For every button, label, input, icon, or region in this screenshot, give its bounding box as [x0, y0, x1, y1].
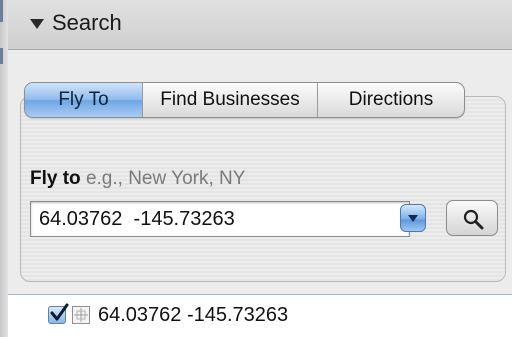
tab-directions[interactable]: Directions	[317, 83, 464, 117]
search-button[interactable]	[446, 200, 498, 236]
fly-to-label: Fly to	[30, 168, 81, 189]
edge-marker	[0, 0, 3, 22]
result-checkbox[interactable]	[48, 303, 69, 324]
placemark-crosshair-icon	[72, 306, 90, 324]
magnifier-icon	[463, 209, 484, 230]
result-label[interactable]: 64.03762 -145.73263	[98, 304, 288, 327]
fly-to-input[interactable]: 64.03762 -145.73263	[30, 201, 410, 237]
section-title: Search	[52, 10, 122, 35]
fly-to-label-row: Fly to e.g., New York, NY	[30, 168, 245, 190]
edge-marker	[0, 48, 3, 64]
tab-find-businesses[interactable]: Find Businesses	[142, 83, 317, 117]
dropdown-arrow-shape	[408, 215, 418, 222]
checkmark-icon	[50, 303, 69, 321]
crosshair-glyph	[74, 308, 88, 322]
search-panel: Search Fly To Find Businesses Directions…	[0, 0, 512, 337]
search-section-header[interactable]: Search	[8, 0, 512, 50]
search-tabs: Fly To Find Businesses Directions	[24, 82, 465, 118]
disclosure-triangle-down-icon[interactable]	[30, 19, 44, 29]
fly-to-hint: e.g., New York, NY	[85, 168, 246, 189]
tab-fly-to[interactable]: Fly To	[25, 83, 142, 117]
left-edge-strip	[0, 0, 8, 337]
result-item[interactable]: 64.03762 -145.73263	[48, 300, 288, 330]
chevron-down-icon[interactable]	[400, 204, 426, 232]
fly-to-input-value[interactable]: 64.03762 -145.73263	[39, 208, 235, 231]
